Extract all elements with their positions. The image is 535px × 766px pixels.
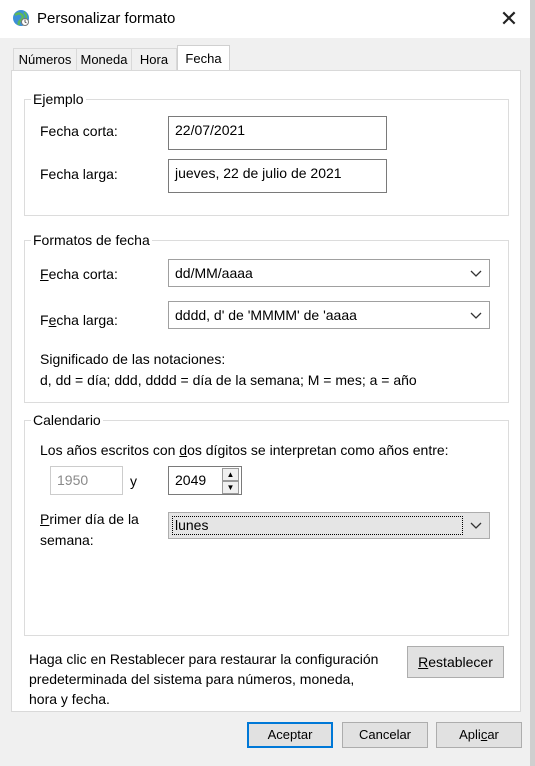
example-long-label: Fecha larga: — [40, 166, 118, 182]
year-from-value: 1950 — [57, 472, 89, 488]
spin-up-button[interactable]: ▲ — [222, 468, 239, 481]
chevron-down-icon — [470, 522, 482, 529]
first-day-label-line2: semana: — [40, 532, 94, 548]
example-short-value: 22/07/2021 — [175, 122, 246, 138]
two-digit-years-text: Los años escritos con dos dígitos se int… — [40, 442, 449, 458]
short-date-format-dropdown[interactable]: dd/MM/aaaa — [168, 259, 490, 287]
long-date-format-value: dddd, d' de 'MMMM' de 'aaaa — [175, 307, 357, 323]
long-date-format-dropdown[interactable]: dddd, d' de 'MMMM' de 'aaaa — [168, 301, 490, 329]
ok-button[interactable]: Aceptar — [247, 722, 333, 748]
chevron-down-icon — [470, 270, 482, 277]
background-window-edge — [530, 0, 535, 766]
focus-rectangle — [172, 516, 463, 535]
example-long-value: jueves, 22 de julio de 2021 — [175, 165, 342, 181]
tab-moneda[interactable]: Moneda — [76, 48, 132, 71]
notation-title: Significado de las notaciones: — [40, 351, 226, 367]
reset-description-line1: Haga clic en Restablecer para restaurar … — [29, 651, 379, 667]
year-and-label: y — [130, 473, 137, 489]
cancel-button[interactable]: Cancelar — [342, 722, 428, 748]
group-calendario-legend: Calendario — [31, 412, 103, 428]
year-to-spinner[interactable]: 2049 ▲ ▼ — [168, 466, 242, 495]
year-from-field: 1950 — [50, 466, 123, 495]
first-day-dropdown[interactable]: lunes — [168, 512, 490, 539]
reset-description: Haga clic en Restablecer para restaurar … — [29, 649, 378, 709]
short-date-label: Fecha corta: — [40, 266, 118, 282]
example-short-field: 22/07/2021 — [168, 116, 387, 150]
year-to-value: 2049 — [175, 472, 207, 488]
group-formatos-legend: Formatos de fecha — [31, 232, 152, 248]
reset-description-line2: predeterminada del sistema para números,… — [29, 671, 355, 687]
spin-down-button[interactable]: ▼ — [222, 481, 239, 494]
short-date-format-value: dd/MM/aaaa — [175, 265, 253, 281]
long-date-label: Fecha larga: — [40, 312, 118, 328]
reset-button[interactable]: Restablecer — [407, 646, 504, 678]
example-long-field: jueves, 22 de julio de 2021 — [168, 159, 387, 193]
chevron-down-icon — [470, 312, 482, 319]
reset-description-line3: hora y fecha. — [29, 691, 110, 707]
example-short-label: Fecha corta: — [40, 123, 118, 139]
notation-text: d, dd = día; ddd, dddd = día de la seman… — [40, 372, 417, 388]
window-title: Personalizar formato — [37, 10, 176, 27]
tab-fecha[interactable]: Fecha — [177, 45, 230, 72]
tab-numeros[interactable]: Números — [13, 48, 77, 71]
apply-button[interactable]: Aplicar — [436, 722, 522, 748]
tab-hora[interactable]: Hora — [131, 48, 177, 71]
first-day-label-line1: Primer día de la — [40, 511, 139, 527]
globe-icon — [13, 10, 29, 26]
close-icon[interactable]: ✕ — [496, 6, 522, 32]
group-ejemplo-legend: Ejemplo — [31, 91, 86, 107]
